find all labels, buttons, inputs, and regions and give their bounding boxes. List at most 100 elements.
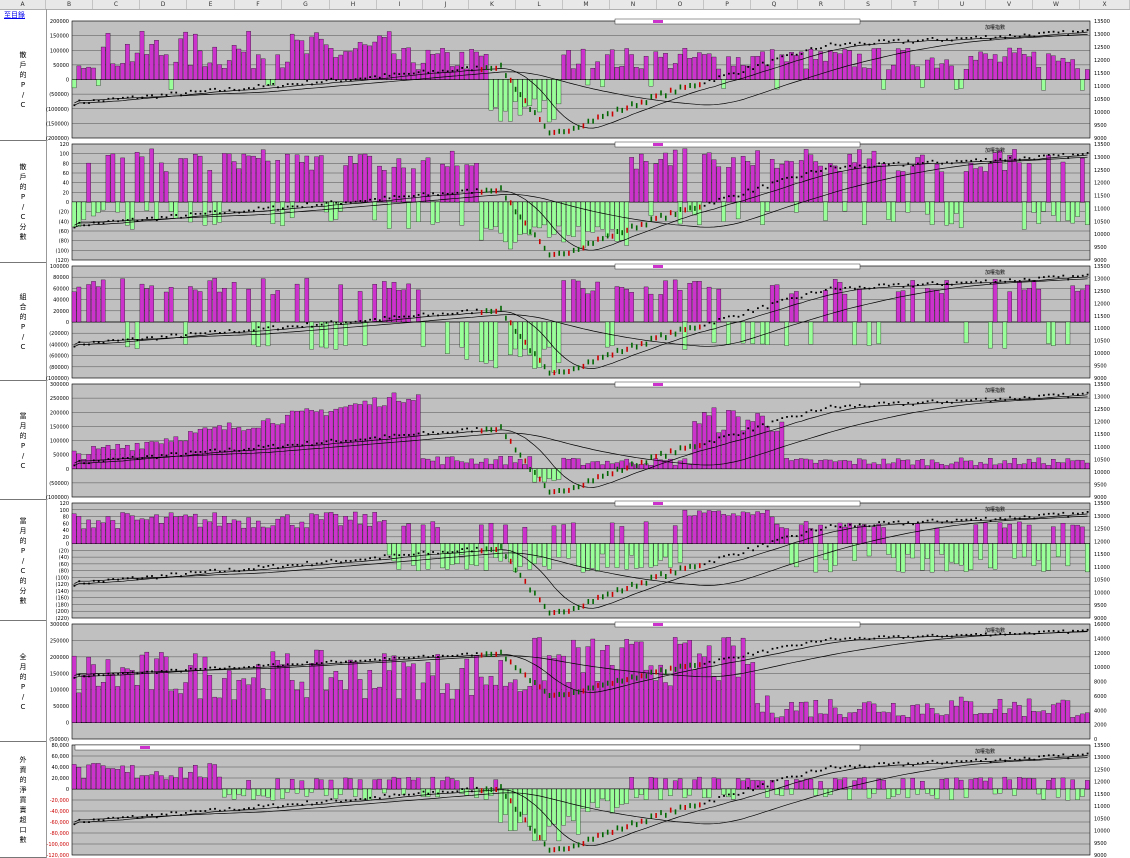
bar	[517, 459, 523, 469]
price-series-label: 加權指數	[985, 387, 1005, 394]
price-point	[844, 165, 847, 168]
bar	[1021, 543, 1027, 558]
bar	[609, 788, 615, 814]
price-point	[282, 85, 284, 87]
bar	[1012, 52, 1017, 80]
bar	[590, 68, 596, 80]
bar	[682, 642, 688, 723]
price-point	[742, 432, 745, 435]
right-axis-tick-label: 4000	[1094, 708, 1107, 714]
price-point	[432, 192, 434, 195]
price-point	[1067, 34, 1070, 36]
bar	[784, 321, 789, 346]
price-point	[747, 547, 750, 549]
bar	[134, 52, 140, 80]
bar	[891, 64, 896, 80]
bar	[1007, 779, 1012, 790]
price-point	[761, 304, 764, 307]
price-point	[315, 662, 318, 665]
bar	[406, 666, 411, 723]
bar	[769, 159, 775, 203]
price-candle	[602, 832, 604, 838]
price-point	[117, 817, 119, 820]
bar	[260, 420, 266, 469]
right-axis-tick-label: 11500	[1094, 194, 1110, 200]
bar	[125, 513, 130, 544]
legend	[614, 621, 861, 628]
bar	[110, 520, 116, 544]
price-point	[335, 799, 338, 802]
price-point	[325, 560, 328, 563]
price-candle	[611, 680, 614, 686]
bar	[614, 201, 620, 242]
price-point	[917, 762, 919, 765]
bar	[973, 59, 979, 80]
bar	[1036, 711, 1042, 723]
price-candle	[505, 73, 507, 79]
price-candle	[490, 787, 493, 793]
bar	[915, 788, 920, 795]
bar	[430, 201, 436, 225]
price-point	[73, 464, 76, 467]
bar	[251, 321, 256, 346]
left-axis-tick-label: 0	[66, 467, 69, 473]
price-point	[170, 572, 173, 575]
bar	[435, 456, 440, 469]
bar	[779, 54, 785, 80]
price-point	[950, 401, 953, 404]
price-point	[315, 324, 318, 326]
price-point	[810, 769, 813, 772]
legend-box	[614, 18, 861, 25]
price-point	[136, 220, 139, 222]
bar	[672, 525, 678, 544]
price-candle	[553, 129, 556, 135]
bar	[154, 441, 159, 469]
price-point	[703, 204, 706, 207]
bar	[682, 509, 688, 544]
price-point	[83, 582, 85, 585]
bar	[251, 68, 256, 80]
price-point	[296, 443, 299, 446]
price-point	[1081, 512, 1084, 514]
price-point	[238, 211, 241, 214]
bar	[304, 697, 310, 723]
bar	[997, 463, 1003, 469]
price-point	[757, 64, 759, 66]
table-of-contents-link[interactable]: 至目錄	[2, 10, 27, 20]
price-point	[858, 164, 861, 167]
bar	[420, 321, 426, 347]
bar	[1036, 201, 1042, 224]
price-point	[330, 200, 333, 203]
bar	[988, 321, 993, 349]
bar	[891, 543, 896, 558]
price-point	[228, 87, 231, 89]
bar	[445, 52, 450, 80]
price-point	[151, 94, 153, 97]
price-point	[112, 457, 115, 460]
bar	[115, 201, 120, 213]
bar	[86, 454, 91, 469]
bar	[246, 31, 251, 80]
bar	[71, 655, 77, 723]
bar	[96, 763, 101, 790]
bar	[139, 775, 145, 790]
price-point	[441, 69, 444, 72]
bar	[265, 699, 271, 723]
bar	[231, 45, 237, 80]
bar	[963, 788, 969, 798]
price-point	[1014, 758, 1016, 761]
bar	[348, 404, 353, 469]
bar	[367, 525, 373, 544]
price-candle	[611, 233, 614, 239]
bar	[813, 462, 819, 469]
price-point	[965, 399, 968, 402]
price-point	[732, 433, 735, 436]
price-point	[97, 580, 100, 583]
bar	[299, 410, 305, 469]
price-point	[112, 578, 115, 580]
bar	[222, 288, 227, 323]
price-point	[155, 457, 158, 460]
bar	[697, 281, 702, 323]
bar	[231, 282, 237, 323]
left-axis-tick-label: (80)	[59, 569, 69, 575]
